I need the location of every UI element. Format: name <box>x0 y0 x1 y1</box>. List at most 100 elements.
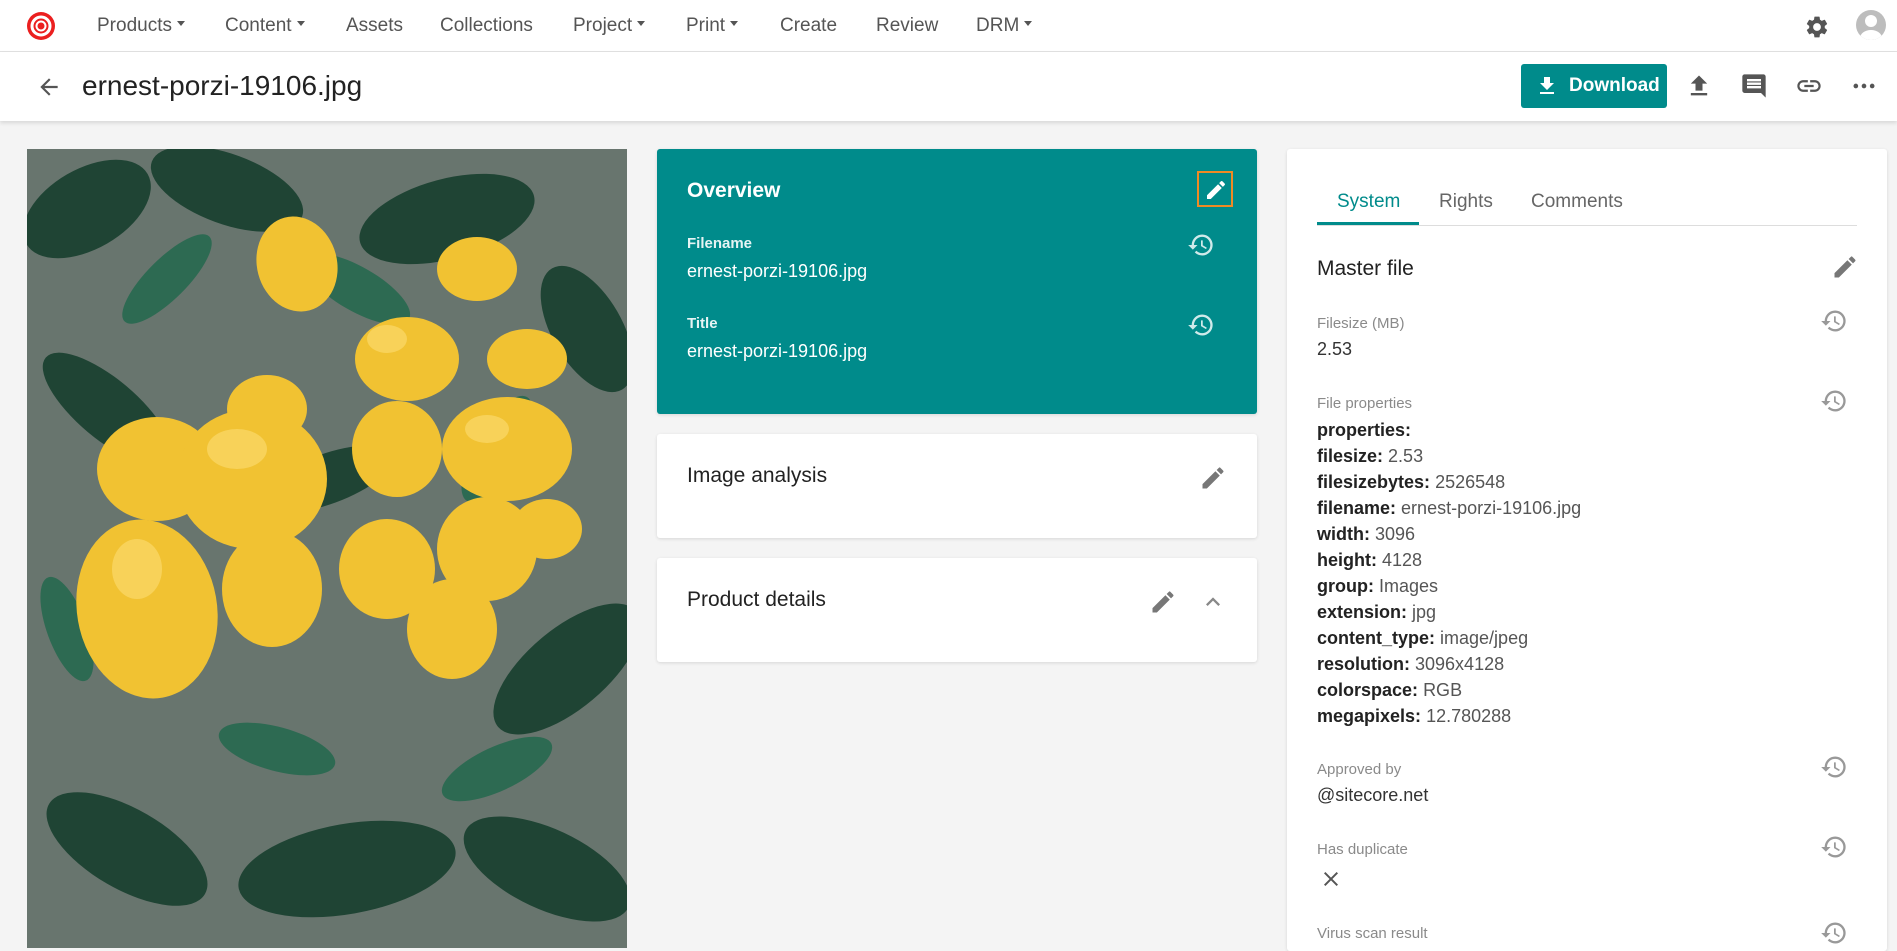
property-row: content_type: image/jpeg <box>1317 628 1528 649</box>
property-row: group: Images <box>1317 576 1438 597</box>
tab-comments[interactable]: Comments <box>1531 191 1623 213</box>
history-icon[interactable] <box>1820 919 1848 947</box>
property-key: filesize: <box>1317 446 1384 466</box>
property-row: width: 3096 <box>1317 524 1415 545</box>
property-row: megapixels: 12.780288 <box>1317 706 1511 727</box>
filesize-label: Filesize (MB) <box>1317 315 1405 332</box>
property-key: content_type: <box>1317 628 1436 648</box>
property-row: filesize: 2.53 <box>1317 446 1423 467</box>
property-value: image/jpeg <box>1440 628 1529 648</box>
history-icon[interactable] <box>1820 753 1848 781</box>
nav-products-label: Products <box>97 15 172 36</box>
history-icon[interactable] <box>1820 387 1848 415</box>
property-row: height: 4128 <box>1317 550 1422 571</box>
overview-edit-button[interactable] <box>1197 171 1233 207</box>
nav-collections-label: Collections <box>440 15 533 36</box>
tab-system[interactable]: System <box>1337 191 1400 213</box>
property-row: filesizebytes: 2526548 <box>1317 472 1505 493</box>
nav-create[interactable]: Create <box>780 15 837 37</box>
property-value: 2.53 <box>1388 446 1424 466</box>
nav-project[interactable]: Project <box>573 15 646 37</box>
lemon-tree-photo <box>27 149 627 948</box>
property-key: filesizebytes: <box>1317 472 1431 492</box>
property-key: height: <box>1317 550 1377 570</box>
filesize-value: 2.53 <box>1317 339 1353 359</box>
nav-content[interactable]: Content <box>225 15 305 37</box>
nav-print-label: Print <box>686 15 726 36</box>
property-value: 12.780288 <box>1426 706 1512 726</box>
sitecore-logo-icon[interactable] <box>26 11 56 41</box>
chevron-up-icon[interactable] <box>1199 588 1227 616</box>
approved-by-label: Approved by <box>1317 761 1402 778</box>
virus-scan-label: Virus scan result <box>1317 925 1428 942</box>
user-avatar-icon[interactable] <box>1856 10 1886 40</box>
overview-card: Overview Filename ernest-porzi-19106.jpg… <box>657 149 1257 414</box>
details-panel: System Rights Comments Master file Files… <box>1287 149 1887 951</box>
nav-create-label: Create <box>780 15 838 36</box>
chevron-down-icon <box>176 21 185 27</box>
nav-products[interactable]: Products <box>97 15 185 37</box>
master-file-title: Master file <box>1317 257 1414 280</box>
image-analysis-card: Image analysis <box>657 434 1257 538</box>
property-key: megapixels: <box>1317 706 1422 726</box>
property-value: Images <box>1379 576 1439 596</box>
pencil-icon[interactable] <box>1149 588 1177 616</box>
page-title: ernest-porzi-19106.jpg <box>82 70 363 101</box>
pencil-icon[interactable] <box>1831 253 1859 281</box>
nav-collections[interactable]: Collections <box>440 15 533 37</box>
upload-icon[interactable] <box>1685 72 1713 100</box>
details-tabs: System Rights Comments <box>1317 185 1857 226</box>
property-key: extension: <box>1317 602 1408 622</box>
pencil-icon <box>1207 180 1226 199</box>
history-icon[interactable] <box>1187 231 1215 259</box>
property-key: width: <box>1317 524 1370 544</box>
property-row: colorspace: RGB <box>1317 680 1462 701</box>
product-details-card: Product details <box>657 558 1257 662</box>
file-properties-label: File properties <box>1317 395 1413 412</box>
has-duplicate-label: Has duplicate <box>1317 841 1408 858</box>
more-icon[interactable] <box>1850 72 1878 100</box>
filename-value: ernest-porzi-19106.jpg <box>687 261 868 281</box>
property-key: group: <box>1317 576 1374 596</box>
top-navigation-bar: Products Content Assets Collections Proj… <box>0 0 1897 52</box>
asset-preview-image[interactable] <box>27 149 627 948</box>
property-row: extension: jpg <box>1317 602 1436 623</box>
title-label: Title <box>687 315 718 332</box>
overview-title: Overview <box>687 179 781 202</box>
nav-review-label: Review <box>876 15 939 36</box>
close-icon <box>1324 872 1338 886</box>
history-icon[interactable] <box>1820 833 1848 861</box>
gear-icon[interactable] <box>1804 14 1830 40</box>
property-row: resolution: 3096x4128 <box>1317 654 1504 675</box>
tab-rights[interactable]: Rights <box>1439 191 1493 213</box>
nav-review[interactable]: Review <box>876 15 938 37</box>
nav-assets[interactable]: Assets <box>346 15 403 37</box>
chevron-down-icon <box>730 21 739 27</box>
nav-project-label: Project <box>573 15 633 36</box>
property-value: jpg <box>1412 602 1437 622</box>
download-button[interactable]: Download <box>1521 64 1667 108</box>
arrow-back-icon[interactable] <box>36 74 62 100</box>
property-key: resolution: <box>1317 654 1410 674</box>
pencil-icon[interactable] <box>1199 464 1227 492</box>
property-value: 4128 <box>1382 550 1423 570</box>
chevron-down-icon <box>296 21 305 27</box>
property-value: 3096 <box>1375 524 1416 544</box>
approved-by-value: @sitecore.net <box>1317 785 1429 805</box>
active-tab-indicator <box>1317 222 1419 225</box>
property-row: filename: ernest-porzi-19106.jpg <box>1317 498 1581 519</box>
property-value: 3096x4128 <box>1415 654 1505 674</box>
chevron-down-icon <box>637 21 646 27</box>
nav-drm[interactable]: DRM <box>976 15 1033 37</box>
comment-icon[interactable] <box>1740 72 1768 100</box>
nav-assets-label: Assets <box>346 15 404 36</box>
nav-drm-label: DRM <box>976 15 1020 36</box>
property-value: 2526548 <box>1435 472 1506 492</box>
history-icon[interactable] <box>1820 307 1848 335</box>
link-icon[interactable] <box>1795 72 1823 100</box>
chevron-down-icon <box>1024 21 1033 27</box>
history-icon[interactable] <box>1187 311 1215 339</box>
nav-print[interactable]: Print <box>686 15 739 37</box>
title-value: ernest-porzi-19106.jpg <box>687 341 868 361</box>
property-key: filename: <box>1317 498 1397 518</box>
